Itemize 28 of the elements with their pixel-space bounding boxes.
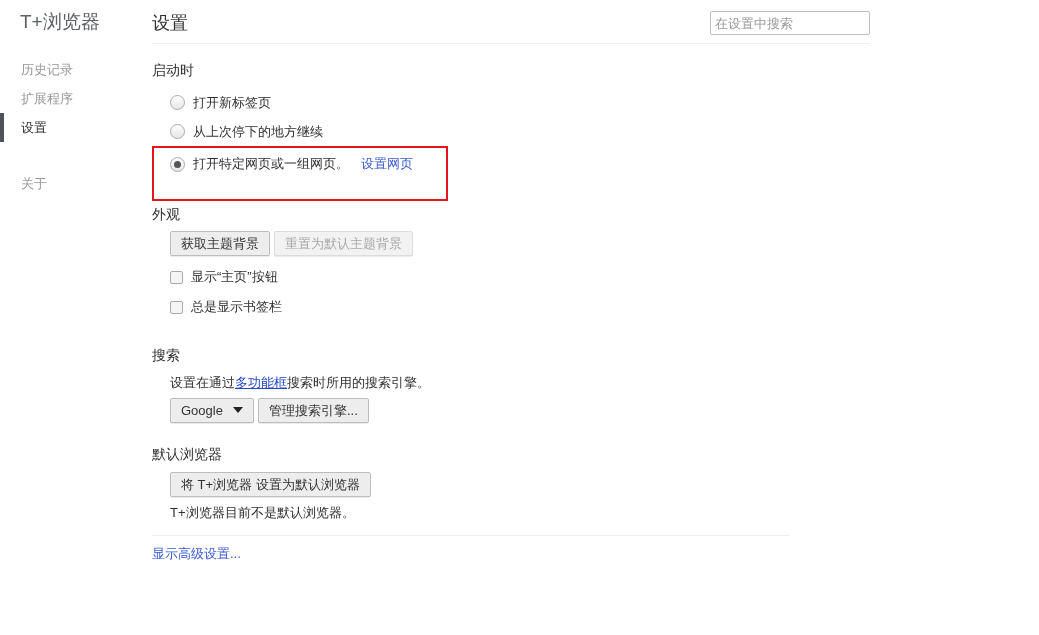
set-default-button[interactable]: 将 T+浏览器 设置为默认浏览器 xyxy=(170,471,371,497)
radio-label: 从上次停下的地方继续 xyxy=(193,122,323,141)
section-heading: 默认浏览器 xyxy=(152,444,223,464)
set-pages-link[interactable]: 设置网页 xyxy=(361,154,413,174)
theme-button[interactable]: 获取主题背景 xyxy=(170,231,270,256)
checkbox-label: 总是显示书签栏 xyxy=(191,298,282,317)
section-heading: 启动时 xyxy=(152,61,195,80)
section-heading: 外观 xyxy=(152,205,181,224)
radio-button[interactable] xyxy=(170,95,185,110)
radio-label: 打开新标签页 xyxy=(193,93,271,112)
checkbox[interactable] xyxy=(170,270,183,284)
default-status-text: T+浏览器目前不是默认浏览器。 xyxy=(170,503,356,522)
radio-label: 打开特定网页或一组网页。 xyxy=(193,155,349,174)
brand-title: T+浏览器 xyxy=(19,10,101,34)
search-description: 设置在通过多功能框搜索时所用的搜索引擎。 xyxy=(170,374,431,392)
section-heading: 搜索 xyxy=(152,346,181,365)
caret-icon xyxy=(232,407,243,413)
search-engine-dropdown[interactable]: Google xyxy=(170,397,254,423)
search-field[interactable]: 在设置中搜索 xyxy=(710,11,870,35)
checkbox[interactable] xyxy=(170,300,183,314)
radio-button[interactable] xyxy=(170,156,185,172)
manage-engines-button[interactable]: 管理搜索引擎... xyxy=(257,397,369,423)
radio-button[interactable] xyxy=(170,124,185,139)
omnibox-link[interactable]: 多功能框 xyxy=(235,375,287,390)
page-title: 设置 xyxy=(152,11,188,35)
sidebar-item[interactable]: 设置 xyxy=(0,113,152,142)
checkbox-label: 显示“主页”按钮 xyxy=(191,268,278,287)
advanced-settings-link[interactable]: 显示高级设置... xyxy=(152,546,241,561)
